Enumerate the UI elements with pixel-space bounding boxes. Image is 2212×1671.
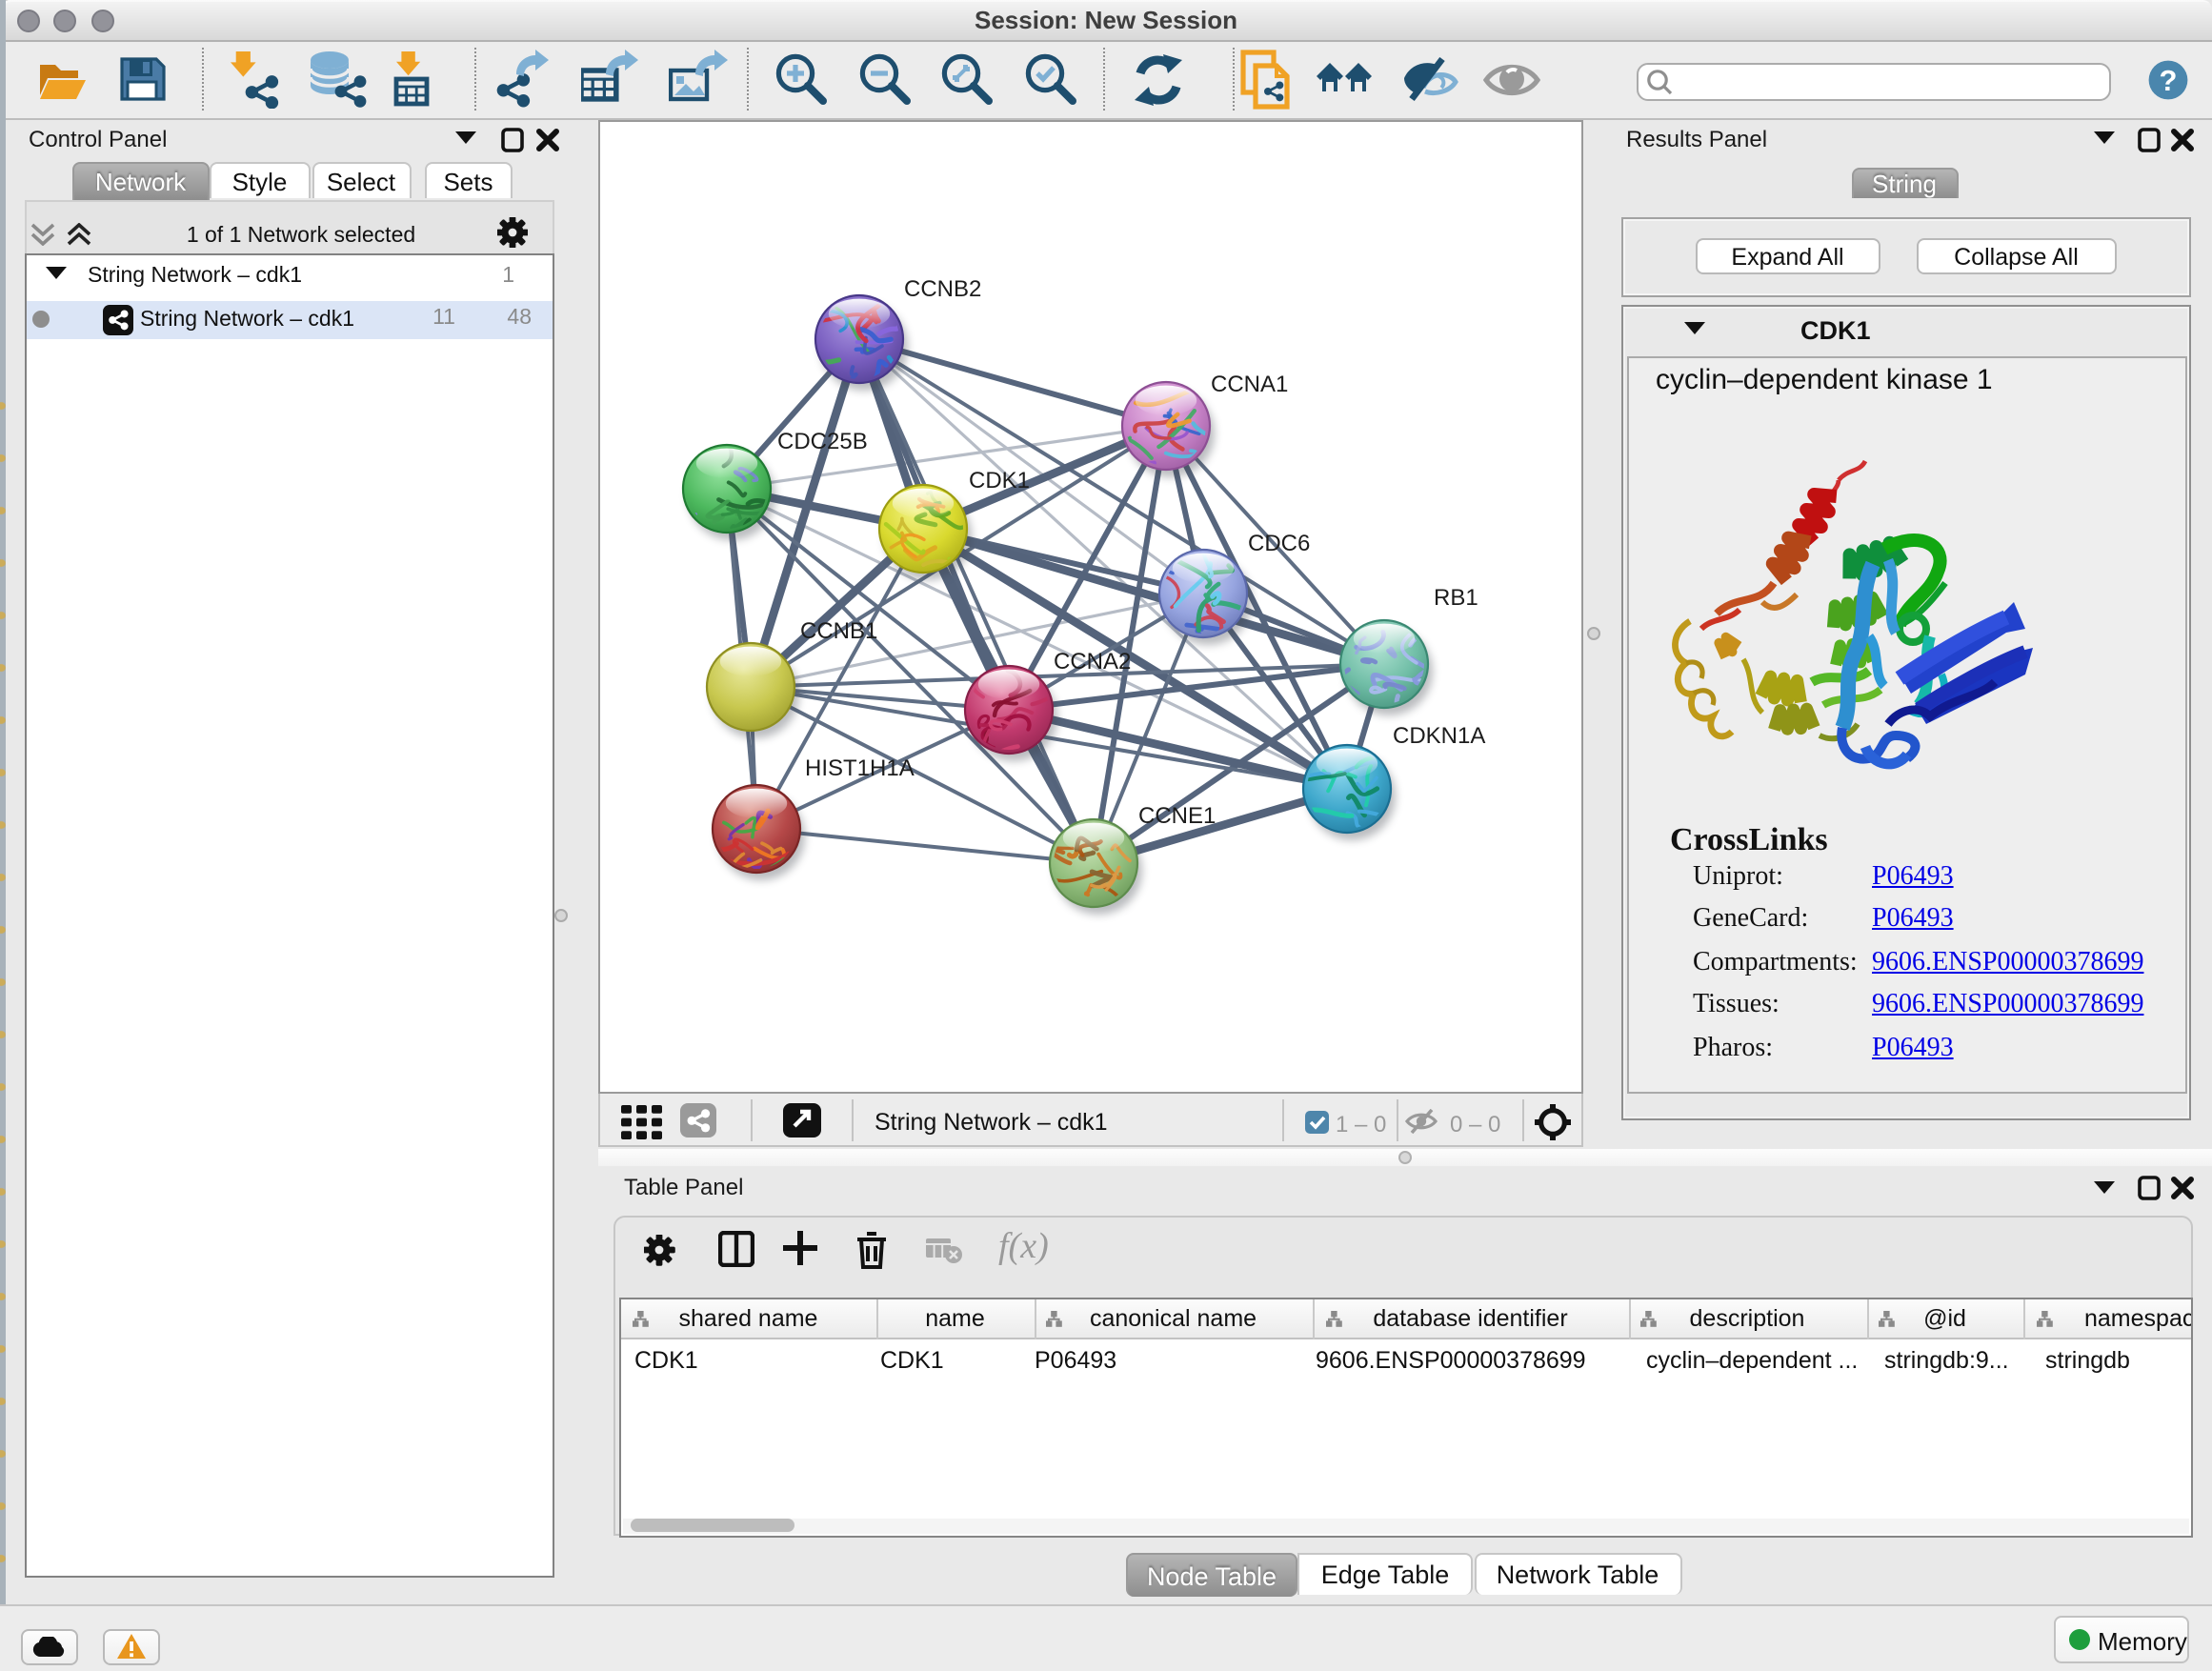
svg-text:RB1: RB1 <box>1434 585 1478 611</box>
svg-text:CCNB2: CCNB2 <box>904 276 981 302</box>
svg-text:CDK1: CDK1 <box>969 468 1030 493</box>
svg-text:CCNA2: CCNA2 <box>1054 649 1131 674</box>
svg-text:HIST1H1A: HIST1H1A <box>805 755 915 781</box>
svg-text:CCNA1: CCNA1 <box>1211 372 1288 397</box>
svg-text:CDC25B: CDC25B <box>777 429 868 454</box>
svg-text:CCNE1: CCNE1 <box>1138 803 1216 829</box>
svg-text:CDKN1A: CDKN1A <box>1393 723 1485 749</box>
svg-text:CCNB1: CCNB1 <box>800 618 877 644</box>
svg-text:?: ? <box>2160 64 2178 97</box>
svg-text:CDC6: CDC6 <box>1248 531 1310 556</box>
